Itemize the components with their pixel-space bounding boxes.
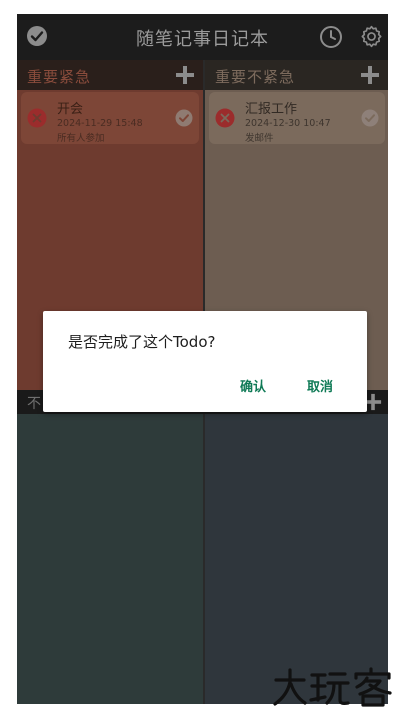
todo-time: 2024-12-30 10:47 xyxy=(245,118,331,129)
confirm-button[interactable]: 确认 xyxy=(240,376,266,395)
todo-time: 2024-11-29 15:48 xyxy=(57,118,143,129)
dialog-message: 是否完成了这个Todo? xyxy=(68,333,216,351)
delete-icon[interactable] xyxy=(215,108,235,128)
watermark-logo xyxy=(272,666,396,708)
clock-icon[interactable] xyxy=(319,25,343,49)
quadrant-title: 重要紧急 xyxy=(27,68,92,86)
todo-card[interactable]: 开会 2024-11-29 15:48 所有人参加 xyxy=(21,92,199,144)
quadrant-not-important-urgent xyxy=(17,414,203,704)
todo-title: 开会 xyxy=(57,102,84,117)
check-circle-icon[interactable] xyxy=(361,109,379,127)
todo-note: 发邮件 xyxy=(245,133,274,144)
todo-note: 所有人参加 xyxy=(57,133,105,144)
quadrant-header: 重要不紧急 xyxy=(205,60,388,90)
cancel-button[interactable]: 取消 xyxy=(307,376,333,395)
check-circle-icon[interactable] xyxy=(175,109,193,127)
todo-title: 汇报工作 xyxy=(245,102,298,117)
confirm-dialog: 是否完成了这个Todo? 确认 取消 xyxy=(43,311,367,412)
quadrant-header: 重要紧急 xyxy=(17,60,203,90)
plus-icon[interactable] xyxy=(175,65,195,85)
quadrant-title: 重要不紧急 xyxy=(215,68,296,86)
quadrant-not-important-not-urgent xyxy=(205,414,388,704)
delete-icon[interactable] xyxy=(27,108,47,128)
gear-icon[interactable] xyxy=(359,24,384,49)
todo-card[interactable]: 汇报工作 2024-12-30 10:47 发邮件 xyxy=(209,92,385,144)
quadrant-title: 不 xyxy=(27,396,41,412)
app-header: 随笔记事日记本 xyxy=(17,14,388,60)
plus-icon[interactable] xyxy=(360,65,380,85)
